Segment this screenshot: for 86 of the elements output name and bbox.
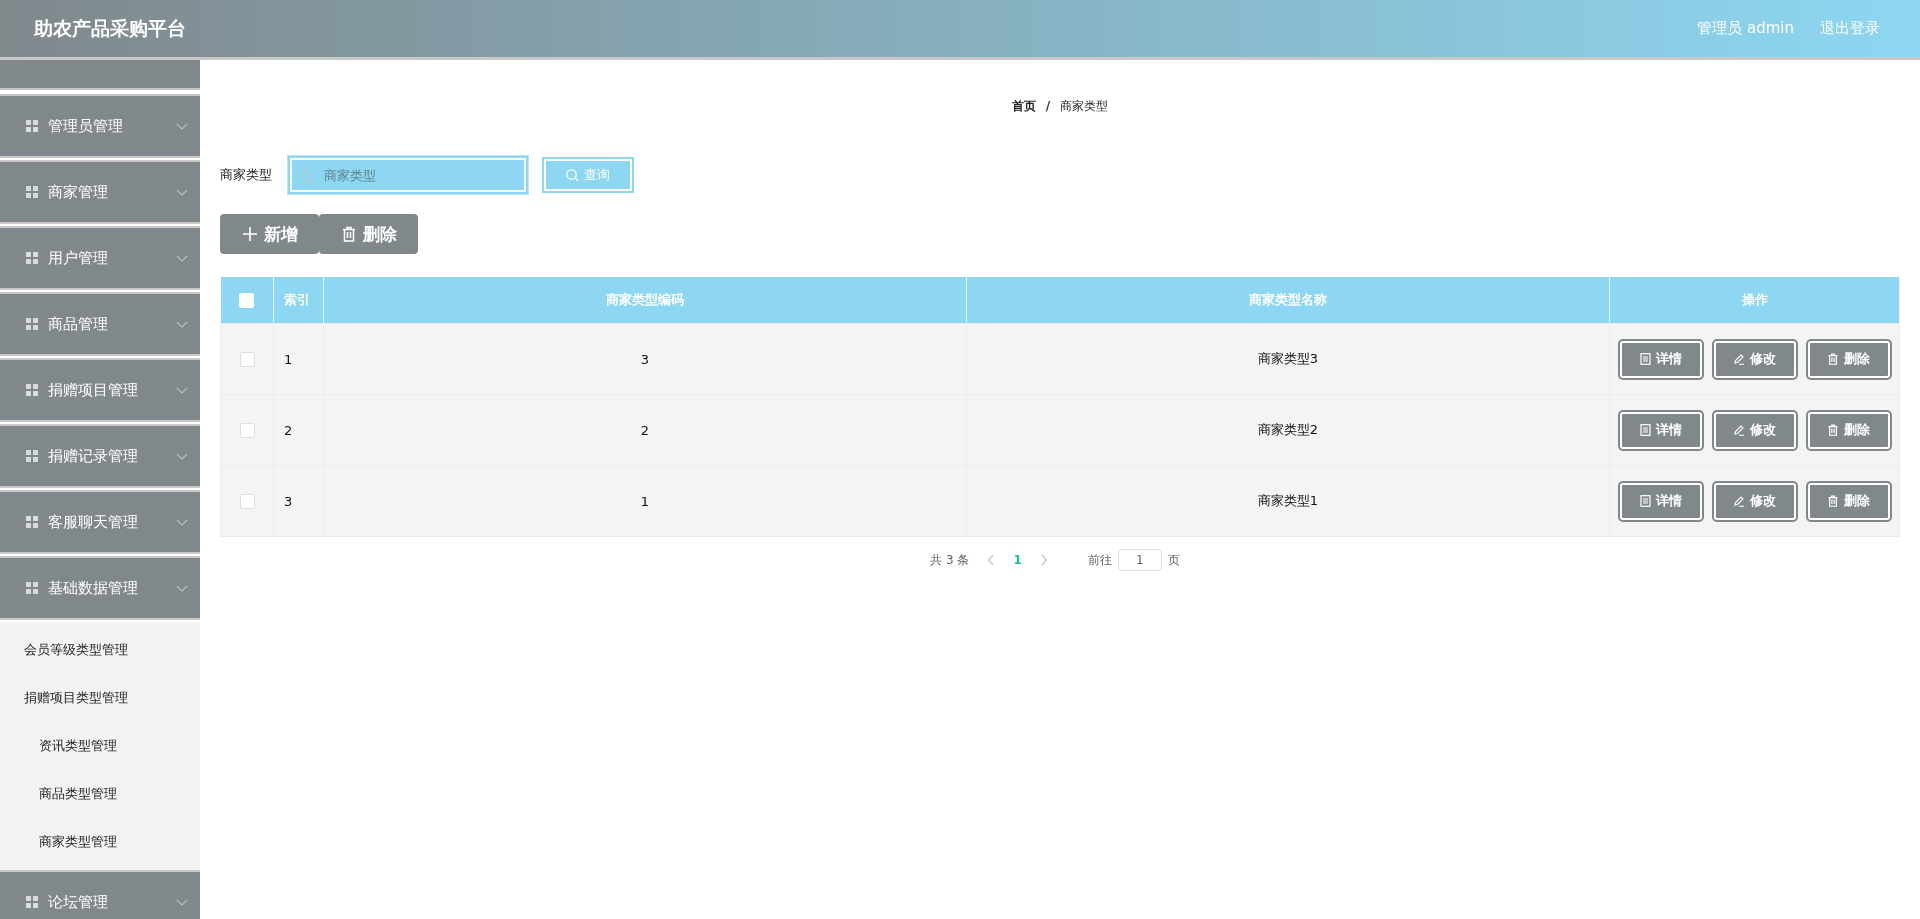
document-icon xyxy=(1639,353,1651,365)
delete-button[interactable]: 删除 xyxy=(1807,340,1890,378)
edit-button[interactable]: 修改 xyxy=(1713,411,1796,449)
add-button[interactable]: 新增 xyxy=(220,214,319,254)
table-cell: 1 xyxy=(323,465,967,537)
submenu-item[interactable]: 商家类型管理 xyxy=(0,818,200,866)
chevron-icon xyxy=(176,452,188,460)
pencil-icon xyxy=(1733,353,1745,365)
goto-label: 前往 xyxy=(1087,551,1112,569)
delete-button[interactable]: 删除 xyxy=(1807,482,1890,520)
chevron-icon xyxy=(176,898,188,906)
delete-button[interactable]: 删除 xyxy=(319,214,418,254)
table-cell: 商家类型3 xyxy=(966,323,1610,395)
column-header: 索引 xyxy=(273,277,324,324)
submenu-item[interactable]: 捐赠项目类型管理 xyxy=(0,674,200,722)
column-header: 操作 xyxy=(1609,277,1900,324)
grid-icon xyxy=(26,384,38,396)
menu-item[interactable]: 捐赠项目管理 xyxy=(0,358,200,422)
next-page-icon[interactable] xyxy=(1039,554,1048,566)
delete-button[interactable]: 删除 xyxy=(1807,411,1890,449)
document-icon xyxy=(1639,424,1651,436)
page-input[interactable]: 1 xyxy=(1117,549,1162,571)
menu-item[interactable]: 论坛管理 xyxy=(0,870,200,919)
chevron-icon xyxy=(176,320,188,328)
detail-button[interactable]: 详情 xyxy=(1619,482,1702,520)
table-cell: 2 xyxy=(323,394,967,466)
submenu-item[interactable]: 会员等级类型管理 xyxy=(0,626,200,674)
detail-button[interactable]: 详情 xyxy=(1619,340,1702,378)
user-label: 管理员 admin xyxy=(1697,19,1794,38)
trash-icon xyxy=(340,226,357,242)
plus-icon xyxy=(241,226,258,242)
row-checkbox[interactable] xyxy=(239,494,255,509)
table-cell: 3 xyxy=(323,323,967,395)
table-cell: 1 xyxy=(273,323,324,395)
column-header: 商家类型编码 xyxy=(323,277,967,324)
table-cell: 2 xyxy=(273,394,324,466)
pencil-icon xyxy=(1733,495,1745,507)
grid-icon xyxy=(26,516,38,528)
total-count: 共 3 条 xyxy=(930,551,970,569)
table-cell: 商家类型2 xyxy=(966,394,1610,466)
grid-icon xyxy=(26,252,38,264)
app-title: 助农产品采购平台 xyxy=(34,15,186,41)
breadcrumb-item[interactable]: 首页 xyxy=(1011,97,1036,115)
row-checkbox[interactable] xyxy=(239,352,255,367)
menu-item[interactable]: 管理员管理 xyxy=(0,94,200,158)
menu-item[interactable]: 商家管理 xyxy=(0,160,200,224)
grid-icon xyxy=(26,582,38,594)
table-cell: 商家类型1 xyxy=(966,465,1610,537)
search-field[interactable]: 商家类型 xyxy=(290,158,526,192)
submenu-item[interactable]: 资讯类型管理 xyxy=(0,722,200,770)
menu-item[interactable]: 商品管理 xyxy=(0,292,200,356)
page-unit-label: 页 xyxy=(1167,551,1180,569)
grid-icon xyxy=(26,450,38,462)
breadcrumb-separator: / xyxy=(1045,99,1051,113)
chevron-icon xyxy=(176,254,188,262)
menu-item[interactable]: 客服聊天管理 xyxy=(0,490,200,554)
trash-icon xyxy=(1827,353,1839,365)
page-number[interactable]: 1 xyxy=(1013,553,1022,567)
submenu-item[interactable]: 商品类型管理 xyxy=(0,770,200,818)
grid-icon xyxy=(26,120,38,132)
select-all-checkbox[interactable] xyxy=(239,293,255,308)
chevron-icon xyxy=(176,518,188,526)
previous-page-icon[interactable] xyxy=(987,554,996,566)
edit-button[interactable]: 修改 xyxy=(1713,340,1796,378)
menu-item[interactable]: 基础数据管理 xyxy=(0,556,200,620)
chevron-icon xyxy=(176,386,188,394)
pencil-icon xyxy=(1733,424,1745,436)
menu-item[interactable]: 捐赠记录管理 xyxy=(0,424,200,488)
menu-item[interactable]: 用户管理 xyxy=(0,226,200,290)
search-label: 商家类型 xyxy=(220,166,273,184)
trash-icon xyxy=(1827,495,1839,507)
table-cell: 3 xyxy=(273,465,324,537)
breadcrumb-item: 商家类型 xyxy=(1060,97,1109,115)
search-icon xyxy=(566,168,579,182)
grid-icon xyxy=(26,318,38,330)
chevron-icon xyxy=(176,188,188,196)
column-header: 商家类型名称 xyxy=(966,277,1610,324)
grid-icon xyxy=(26,896,38,908)
chevron-icon xyxy=(176,122,188,130)
edit-button[interactable]: 修改 xyxy=(1713,482,1796,520)
row-checkbox[interactable] xyxy=(239,423,255,438)
chevron-icon xyxy=(176,584,188,592)
trash-icon xyxy=(1827,424,1839,436)
grid-icon xyxy=(26,186,38,198)
detail-button[interactable]: 详情 xyxy=(1619,411,1702,449)
document-icon xyxy=(1639,495,1651,507)
